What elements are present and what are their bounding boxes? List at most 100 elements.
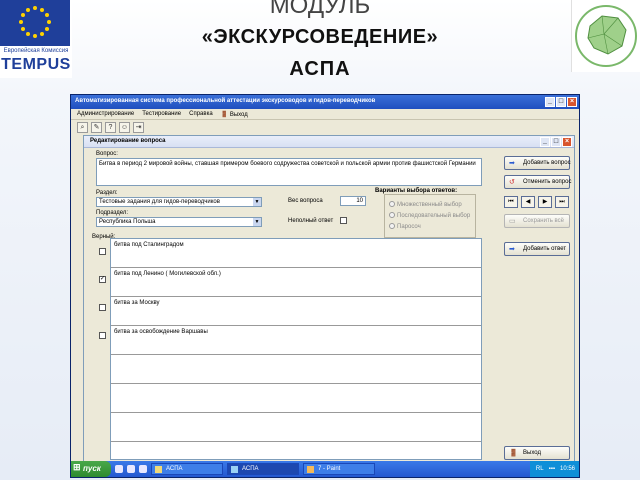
slide-title-module: МОДУЛЬ <box>269 0 371 19</box>
dialog-close-button[interactable]: × <box>562 137 572 147</box>
menu-exit-label: Выход <box>229 112 248 118</box>
menu-admin[interactable]: Администрирование <box>77 111 134 119</box>
radio-sequential-choice[interactable]: Последовательный выбор <box>389 212 470 219</box>
prev-record-button[interactable]: ◀ <box>521 196 535 208</box>
search-icon[interactable]: ⌕ <box>77 122 88 133</box>
dialog-title: Редактирование вопроса <box>90 138 166 144</box>
add-answer-label: Добавить ответ <box>523 246 567 252</box>
section-label: Раздел: <box>96 190 118 196</box>
answer-3-checkbox[interactable] <box>99 304 106 311</box>
section-value: Тестовые задания для гидов-переводчиков <box>99 199 220 205</box>
start-label: пуск <box>83 464 101 473</box>
subsection-label: Подраздел: <box>96 210 129 216</box>
answer-row[interactable] <box>111 355 481 384</box>
radio-matching[interactable]: Паросоч <box>389 223 421 230</box>
radio-multiple-choice[interactable]: Множественный выбор <box>389 201 462 208</box>
answer-row[interactable]: битва под Сталинградом <box>111 239 481 268</box>
dialog-maximize-button[interactable]: □ <box>551 137 561 147</box>
answer-row[interactable]: битва за освобождение Варшавы <box>111 326 481 355</box>
question-textarea[interactable]: Битва в период 2 мировой войны, ставшая … <box>96 158 482 186</box>
belarus-map-logo <box>571 0 640 72</box>
dialog-titlebar[interactable]: Редактирование вопроса _ □ × <box>84 136 574 148</box>
section-combo[interactable]: Тестовые задания для гидов-переводчиков … <box>96 197 262 207</box>
answer-row[interactable]: битва за Москву <box>111 297 481 326</box>
quicklaunch-desktop-icon[interactable] <box>127 465 135 473</box>
answer-1-checkbox[interactable] <box>99 248 106 255</box>
quicklaunch-media-icon[interactable] <box>139 465 147 473</box>
close-button[interactable]: × <box>567 97 577 107</box>
task-aspa-app[interactable]: АСПА <box>227 463 299 475</box>
app-window: Автоматизированная система профессиональ… <box>70 94 580 478</box>
dialog-minimize-button[interactable]: _ <box>540 137 550 147</box>
quicklaunch-ie-icon[interactable] <box>115 465 123 473</box>
eu-flag-icon <box>0 0 70 46</box>
clock: 10:56 <box>559 466 575 472</box>
minimize-button[interactable]: _ <box>545 97 555 107</box>
weight-label: Вес вопроса <box>288 198 323 204</box>
save-icon: ▭ <box>509 218 516 225</box>
answer-row[interactable] <box>111 442 481 459</box>
chevron-down-icon: ▼ <box>253 198 261 206</box>
save-all-button[interactable]: ▭ Сохранить всё <box>504 214 570 228</box>
radio-label: Паросоч <box>397 224 421 230</box>
task-label: АСПА <box>242 466 259 472</box>
subsection-combo[interactable]: Республика Польша ▼ <box>96 217 262 227</box>
menu-testing[interactable]: Тестирование <box>142 111 181 119</box>
door-icon: 🚪 <box>509 450 518 457</box>
first-record-button[interactable]: ⏮ <box>504 196 518 208</box>
maximize-button[interactable]: □ <box>556 97 566 107</box>
app-icon <box>231 466 238 473</box>
answer-text: битва под Сталинградом <box>114 242 184 248</box>
exit-label: Выход <box>523 450 541 456</box>
answer-text: битва за Москву <box>114 300 160 306</box>
slide-title-excursion: «ЭКСКУРСОВЕДЕНИЕ» <box>201 26 439 48</box>
add-icon: ➡ <box>509 160 515 167</box>
add-answer-button[interactable]: ➡ Добавить ответ <box>504 242 570 256</box>
answer-2-checkbox[interactable]: ✓ <box>99 276 106 283</box>
answer-row[interactable] <box>111 413 481 442</box>
smiley-icon[interactable]: ☺ <box>119 122 130 133</box>
paint-icon <box>307 466 314 473</box>
incomplete-answer-checkbox[interactable] <box>340 217 347 224</box>
undo-icon: ↺ <box>509 179 515 186</box>
next-record-button[interactable]: ▶ <box>538 196 552 208</box>
edit-question-dialog: Редактирование вопроса _ □ × Вопрос: Бит… <box>83 135 575 463</box>
toolbar: ⌕ ✎ ? ☺ ⇥ <box>71 120 579 135</box>
window-titlebar[interactable]: Автоматизированная система профессиональ… <box>71 95 579 109</box>
task-paint[interactable]: 7 - Paint <box>303 463 375 475</box>
menu-help[interactable]: Справка <box>189 111 213 119</box>
radio-label: Последовательный выбор <box>397 213 471 219</box>
language-indicator[interactable]: RL <box>536 466 544 477</box>
system-tray: RL ▪▪▪ 10:56 <box>529 461 579 477</box>
question-label: Вопрос: <box>96 151 118 157</box>
eu-caption: Европейская Комиссия <box>3 48 69 54</box>
last-record-button[interactable]: ⏭ <box>555 196 569 208</box>
task-label: 7 - Paint <box>318 466 341 472</box>
answer-row[interactable] <box>111 384 481 413</box>
cancel-question-button[interactable]: ↺ Отменить вопрос <box>504 175 572 189</box>
cancel-question-label: Отменить вопрос <box>523 179 572 185</box>
folder-icon <box>155 466 162 473</box>
answer-row[interactable]: битва под Ленино ( Могилевской обл.) <box>111 268 481 297</box>
window-title: Автоматизированная система профессиональ… <box>75 98 376 104</box>
tray-icons[interactable]: ▪▪▪ <box>549 466 555 477</box>
radio-label: Множественный выбор <box>397 202 462 208</box>
task-aspa-folder[interactable]: АСПА <box>151 463 223 475</box>
add-question-button[interactable]: ➡ Добавить вопрос <box>504 156 571 170</box>
exit-icon[interactable]: ⇥ <box>133 122 144 133</box>
chevron-down-icon: ▼ <box>253 218 261 226</box>
weight-input[interactable]: 10 <box>340 196 366 206</box>
taskbar: пуск АСПА АСПА 7 - Paint RL ▪▪▪ 10:56 <box>71 461 579 477</box>
edit-icon[interactable]: ✎ <box>91 122 102 133</box>
start-button[interactable]: пуск <box>71 461 111 477</box>
answer-4-checkbox[interactable] <box>99 332 106 339</box>
subsection-value: Республика Польша <box>99 219 156 225</box>
add-icon: ➡ <box>509 246 515 253</box>
help-icon[interactable]: ? <box>105 122 116 133</box>
answers-grid: битва под Сталинградом битва под Ленино … <box>110 238 482 460</box>
menubar: Администрирование Тестирование Справка 🚪… <box>71 109 579 120</box>
menu-exit[interactable]: 🚪 Выход <box>221 111 248 119</box>
incomplete-answer-label: Неполный ответ <box>288 218 334 224</box>
exit-button[interactable]: 🚪 Выход <box>504 446 570 460</box>
add-question-label: Добавить вопрос <box>523 160 571 166</box>
